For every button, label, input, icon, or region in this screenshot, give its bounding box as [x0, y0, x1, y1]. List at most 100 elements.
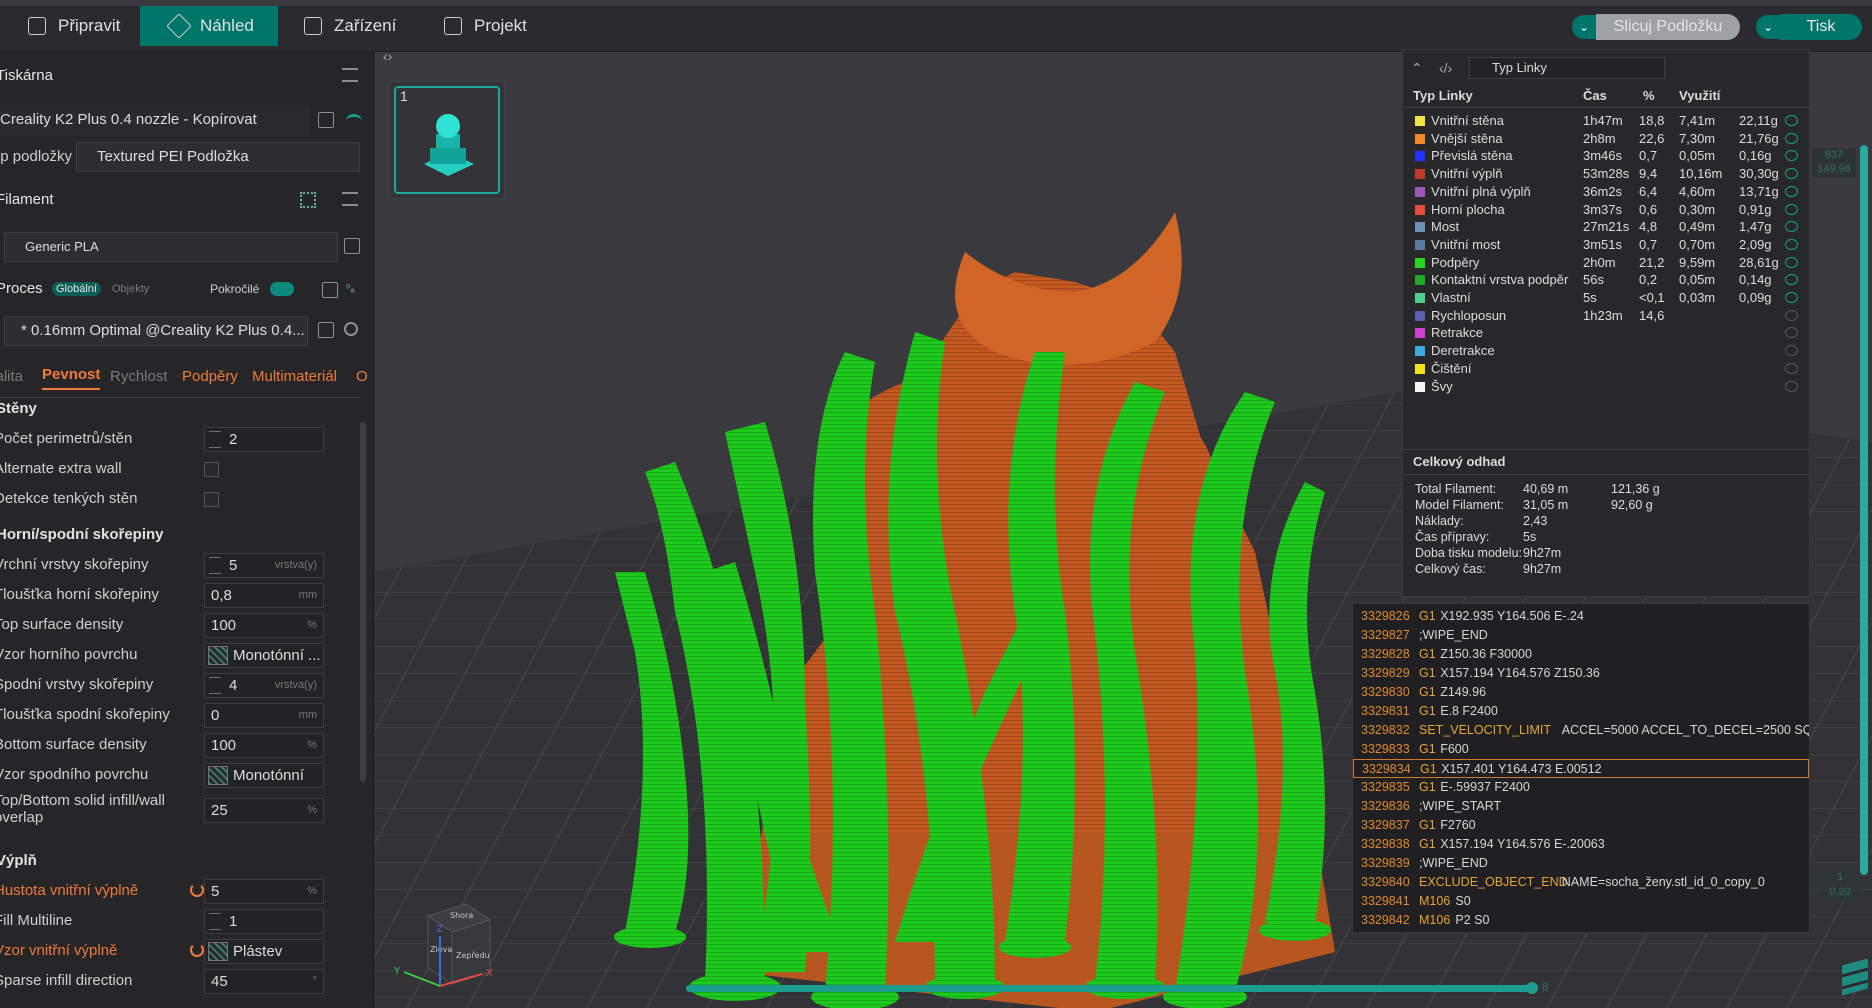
eye-icon[interactable] — [1785, 238, 1798, 250]
top-density-input[interactable]: 100% — [204, 613, 324, 638]
process-list-icon[interactable] — [322, 282, 338, 298]
gcode-line[interactable]: 3329826 G1 X192.935 Y164.506 E-.24 — [1353, 607, 1809, 626]
subtab-quality[interactable]: Kvalita — [0, 362, 23, 392]
gcode-line[interactable]: 3329839 ;WIPE_END — [1353, 854, 1809, 873]
perimeters-input[interactable]: 2 — [204, 427, 324, 452]
slice-plate-button[interactable]: Slicuj Podložku — [1596, 14, 1740, 40]
bottom-pattern-select[interactable]: Monotónní — [204, 763, 324, 788]
collapse-up-icon[interactable]: ⌃ — [1411, 60, 1423, 77]
eye-off-icon[interactable] — [1785, 362, 1798, 374]
spin-icon[interactable] — [209, 431, 221, 448]
spin-icon[interactable] — [209, 913, 221, 930]
save-preset-icon[interactable] — [318, 322, 334, 338]
reset-icon[interactable] — [190, 883, 204, 897]
add-filament-icon[interactable] — [300, 192, 316, 208]
eye-off-icon[interactable] — [1785, 380, 1798, 392]
plate-thumbnail[interactable]: 1 — [388, 80, 506, 200]
gcode-line[interactable]: 3329832 SET_VELOCITY_LIMIT ACCEL=5000 ACCE… — [1353, 721, 1809, 740]
tab-device[interactable]: Zařízení — [278, 6, 418, 46]
view-type-select[interactable]: Typ Linky — [1469, 57, 1665, 79]
eye-icon[interactable] — [1785, 168, 1798, 180]
gcode-line[interactable]: 3329838 G1 X157.194 Y164.576 E-.20063 — [1353, 835, 1809, 854]
reset-icon[interactable] — [190, 943, 204, 957]
alt-wall-checkbox[interactable] — [204, 462, 219, 477]
subtab-supports[interactable]: Podpěry — [182, 362, 238, 392]
edit-filament-icon[interactable] — [344, 238, 360, 254]
bottom-thickness-input[interactable]: 0 mm — [204, 703, 324, 728]
move-slider-handle[interactable] — [1526, 982, 1538, 994]
bottom-layers-input[interactable]: 4 vrstva(y) — [204, 673, 324, 698]
settings-scrollbar[interactable] — [360, 422, 366, 782]
fill-multiline-input[interactable]: 1 — [204, 909, 324, 934]
eye-icon[interactable] — [1785, 150, 1798, 162]
filament-select[interactable]: Generic PLA — [4, 232, 338, 262]
gcode-line[interactable]: 3329830 G1 Z149.96 — [1353, 683, 1809, 702]
tab-prepare[interactable]: Připravit — [0, 6, 140, 46]
objects-toggle[interactable]: Objekty — [108, 282, 153, 296]
gcode-line[interactable]: 3329835 G1 E-.59937 F2400 — [1353, 778, 1809, 797]
eye-icon[interactable] — [1785, 132, 1798, 144]
top-layers-row: Vrchní vrstvy skořepiny 5 vrstva(y) — [0, 550, 354, 580]
edit-printer-icon[interactable] — [318, 112, 334, 128]
search-icon[interactable] — [344, 322, 358, 336]
move-slider[interactable] — [686, 985, 1532, 992]
advanced-toggle[interactable] — [270, 282, 294, 296]
eye-icon[interactable] — [1785, 115, 1798, 126]
eye-icon[interactable] — [1785, 292, 1798, 303]
printer-select[interactable]: Creality K2 Plus 0.4 nozzle - Kopírovat — [0, 106, 310, 136]
spin-icon[interactable] — [209, 557, 221, 574]
eye-icon[interactable] — [1785, 256, 1798, 268]
eye-icon[interactable] — [1785, 185, 1798, 197]
gcode-line[interactable]: 3329833 G1 F600 — [1353, 740, 1809, 759]
overlap-input[interactable]: 25% — [204, 798, 324, 823]
wifi-icon[interactable] — [346, 114, 362, 128]
spin-icon[interactable] — [209, 677, 221, 694]
gcode-line[interactable]: 3329841 M106 S0 — [1353, 892, 1809, 911]
eye-off-icon[interactable] — [1785, 309, 1798, 321]
tab-preview[interactable]: Náhled — [140, 6, 278, 46]
subtab-strength[interactable]: Pevnost — [42, 362, 101, 390]
printer-settings-icon[interactable] — [342, 68, 358, 82]
subtab-speed[interactable]: Rychlost — [110, 362, 168, 392]
top-pattern-select[interactable]: Monotónní ... — [204, 643, 324, 668]
infill-pattern-select[interactable]: Plástev — [204, 939, 324, 964]
gcode-line-current[interactable]: 3329834 G1 X157.401 Y164.473 E.00512 — [1353, 759, 1809, 778]
process-preset-select[interactable]: * 0.16mm Optimal @Creality K2 Plus 0.4..… — [4, 316, 308, 346]
layer-slider[interactable] — [1860, 145, 1868, 875]
top-thickness-input[interactable]: 0,8 mm — [204, 583, 324, 608]
eye-off-icon[interactable] — [1785, 345, 1798, 357]
gcode-line[interactable]: 3329829 G1 X157.194 Y164.576 Z150.36 — [1353, 664, 1809, 683]
infill-density-input[interactable]: 5% — [204, 879, 324, 904]
subtab-multimaterial[interactable]: Multimateriál — [252, 362, 337, 392]
legend-row[interactable]: Švy — [1403, 376, 1809, 397]
eye-icon[interactable] — [1785, 221, 1798, 233]
print-dropdown-chevron-icon[interactable]: ⌄ — [1756, 15, 1780, 39]
thin-walls-checkbox[interactable] — [204, 492, 219, 507]
subtab-others[interactable]: O — [356, 362, 368, 392]
gcode-line[interactable]: 3329840 EXCLUDE_OBJECT_END NAME=socha_ženy… — [1353, 873, 1809, 892]
global-toggle[interactable]: Globální — [52, 282, 101, 296]
gcode-line[interactable]: 3329836 ;WIPE_START — [1353, 797, 1809, 816]
bottom-density-input[interactable]: 100% — [204, 733, 324, 758]
gcode-line[interactable]: 3329827 ;WIPE_END — [1353, 626, 1809, 645]
plate-type-select[interactable]: Textured PEI Podložka — [76, 142, 360, 172]
navigation-cube[interactable]: Shora Zleva Zepředu X Y Z — [380, 896, 500, 1006]
code-toggle-icon[interactable]: ‹/› — [1439, 60, 1452, 76]
gcode-line[interactable]: 3329837 G1 F2760 — [1353, 816, 1809, 835]
eye-icon[interactable] — [1785, 203, 1798, 215]
compare-icon[interactable]: ⁰ₐ — [346, 282, 355, 295]
collapse-panel-icon[interactable]: ‹› — [383, 48, 392, 64]
gcode-line[interactable]: 3329828 G1 Z150.36 F30000 — [1353, 645, 1809, 664]
slice-dropdown-chevron-icon[interactable]: ⌄ — [1572, 15, 1596, 39]
sparse-direction-input[interactable]: 45 ° — [204, 969, 324, 994]
print-button[interactable]: Tisk — [1780, 14, 1862, 40]
top-layers-input[interactable]: 5 vrstva(y) — [204, 553, 324, 578]
gcode-viewer[interactable]: 3329826 G1 X192.935 Y164.506 E-.24 3329827;… — [1352, 603, 1810, 933]
gcode-line[interactable]: 3329831 G1 E.8 F2400 — [1353, 702, 1809, 721]
tab-project[interactable]: Projekt — [418, 6, 558, 46]
gcode-line[interactable]: 3329842 M106 P2 S0 — [1353, 911, 1809, 930]
filament-settings-icon[interactable] — [342, 192, 358, 206]
eye-icon[interactable] — [1785, 274, 1798, 286]
eye-off-icon[interactable] — [1785, 327, 1798, 339]
estimate-divider — [1403, 474, 1809, 475]
